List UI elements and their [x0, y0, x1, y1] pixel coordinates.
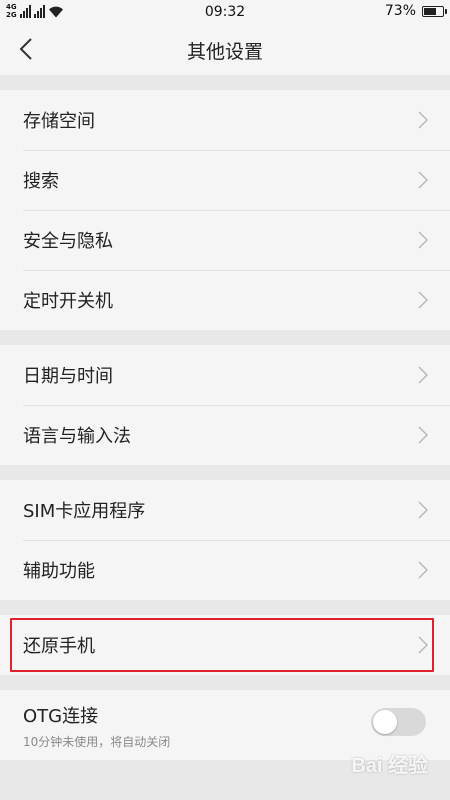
nav-bar: 其他设置	[0, 24, 450, 75]
settings-group-4: 还原手机	[0, 615, 450, 675]
battery-icon	[422, 5, 447, 17]
status-time: 09:32	[204, 4, 246, 20]
setting-label: 辅助功能	[23, 561, 95, 582]
chevron-right-icon	[418, 636, 428, 654]
setting-label: 安全与隐私	[23, 231, 113, 252]
setting-label: 日期与时间	[23, 366, 113, 387]
settings-group-3: SIM卡应用程序 辅助功能	[0, 480, 450, 600]
setting-language-input[interactable]: 语言与输入法	[0, 405, 450, 465]
battery-level	[424, 7, 436, 15]
setting-storage[interactable]: 存储空间	[0, 90, 450, 150]
settings-group-2: 日期与时间 语言与输入法	[0, 345, 450, 465]
watermark-logo: Bai 经验	[351, 755, 428, 777]
setting-search[interactable]: 搜索	[0, 150, 450, 210]
status-bar: 4G 2G 09:32 73%	[0, 0, 450, 24]
chevron-right-icon	[418, 366, 428, 384]
chevron-right-icon	[418, 231, 428, 249]
setting-scheduled-power[interactable]: 定时开关机	[0, 270, 450, 330]
group-divider	[0, 75, 450, 90]
setting-accessibility[interactable]: 辅助功能	[0, 540, 450, 600]
otg-toggle[interactable]	[371, 708, 426, 736]
chevron-right-icon	[418, 291, 428, 309]
setting-label: 定时开关机	[23, 291, 113, 312]
battery-percent: 73%	[384, 3, 416, 19]
setting-date-time[interactable]: 日期与时间	[0, 345, 450, 405]
setting-sim-apps[interactable]: SIM卡应用程序	[0, 480, 450, 540]
group-divider	[0, 600, 450, 615]
setting-label: 搜索	[23, 171, 59, 192]
setting-security-privacy[interactable]: 安全与隐私	[0, 210, 450, 270]
group-divider	[0, 330, 450, 345]
setting-label: SIM卡应用程序	[23, 501, 146, 522]
setting-reset-phone[interactable]: 还原手机	[0, 615, 450, 675]
group-divider	[0, 675, 450, 690]
page-title: 其他设置	[186, 41, 263, 63]
chevron-right-icon	[418, 111, 428, 129]
group-divider	[0, 465, 450, 480]
setting-label: 存储空间	[23, 111, 95, 132]
chevron-right-icon	[418, 171, 428, 189]
settings-group-1: 存储空间 搜索 安全与隐私 定时开关机	[0, 90, 450, 330]
toggle-knob	[373, 710, 397, 734]
chevron-right-icon	[418, 426, 428, 444]
setting-label: 还原手机	[23, 636, 95, 657]
chevron-right-icon	[418, 501, 428, 519]
chevron-right-icon	[418, 561, 428, 579]
setting-label: 语言与输入法	[23, 426, 131, 447]
